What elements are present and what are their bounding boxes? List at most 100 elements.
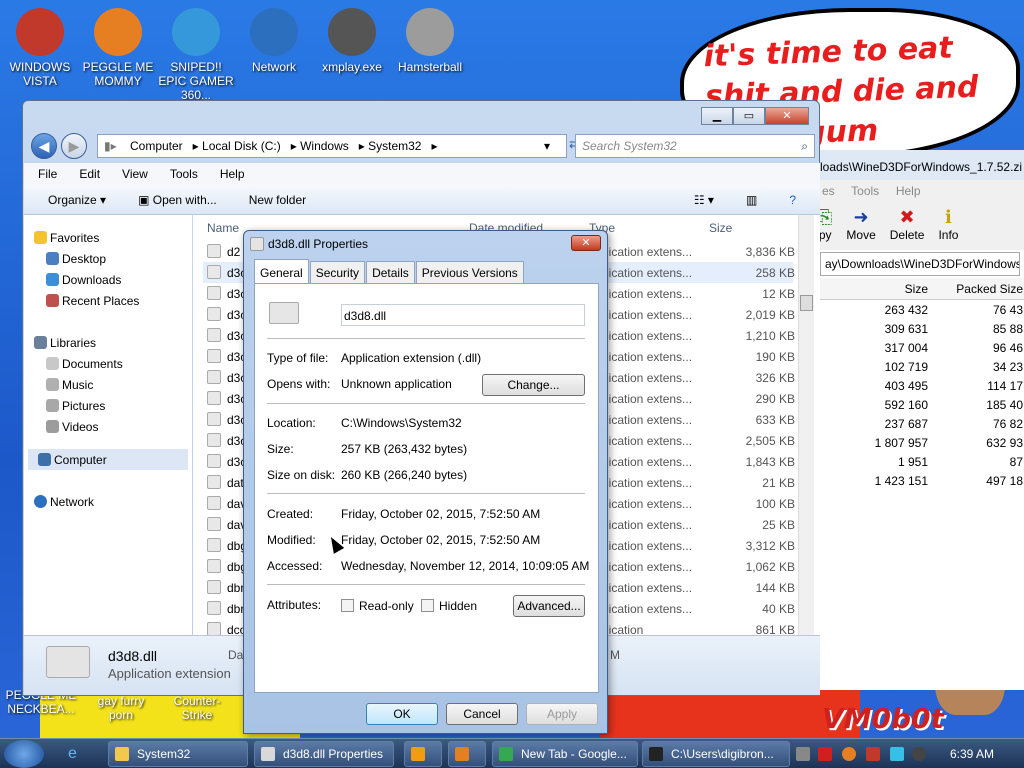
- search-input[interactable]: Search System32 ⌕: [575, 134, 815, 158]
- zip-row[interactable]: 237 687 76 82: [816, 414, 1024, 433]
- nav-pictures[interactable]: Pictures: [24, 395, 192, 416]
- menu-view[interactable]: View: [122, 167, 148, 181]
- minimize-button[interactable]: ▁: [701, 107, 733, 125]
- zip-info-button[interactable]: ℹ Info: [938, 206, 958, 246]
- desktop-icon[interactable]: WINDOWS VISTA: [0, 8, 80, 88]
- taskbar-button[interactable]: System32: [108, 741, 248, 767]
- ie-icon[interactable]: e: [68, 745, 77, 763]
- back-button[interactable]: ◀: [31, 133, 57, 159]
- breadcrumb-item[interactable]: Computer: [130, 139, 183, 153]
- menu-tools[interactable]: Tools: [170, 167, 198, 181]
- ok-button[interactable]: OK: [366, 703, 438, 725]
- tray-icon[interactable]: [842, 747, 856, 761]
- desktop-icon-label[interactable]: Counter-Strike: [160, 694, 234, 722]
- address-bar[interactable]: ▮▸ Computer ▸ Local Disk (C:) ▸ Windows ▸ S…: [97, 134, 567, 158]
- desktop-icon-label[interactable]: gay furry porn: [84, 694, 158, 722]
- tray-icon[interactable]: [866, 747, 880, 761]
- zip-row[interactable]: 592 160 185 40: [816, 395, 1024, 414]
- forward-button[interactable]: ▶: [61, 133, 87, 159]
- nav-desktop[interactable]: Desktop: [24, 248, 192, 269]
- zip-col-size[interactable]: Size: [816, 282, 928, 299]
- tab-previous-versions[interactable]: Previous Versions: [415, 261, 524, 283]
- nav-libraries[interactable]: Libraries: [24, 332, 192, 353]
- nav-documents[interactable]: Documents: [24, 353, 192, 374]
- zip-row[interactable]: 403 495 114 17: [816, 376, 1024, 395]
- search-icon[interactable]: ⌕: [801, 139, 808, 154]
- cancel-button[interactable]: Cancel: [446, 703, 518, 725]
- file-type: lication extens...: [606, 266, 693, 280]
- start-button[interactable]: [4, 740, 44, 768]
- zip-row[interactable]: 1 807 957 632 93: [816, 433, 1024, 452]
- dll-file-icon: [207, 433, 221, 447]
- taskbar-button[interactable]: [404, 741, 442, 767]
- col-size[interactable]: Size: [709, 221, 732, 235]
- new-folder-button[interactable]: New folder: [249, 193, 306, 207]
- hidden-checkbox[interactable]: [421, 599, 434, 612]
- organize-button[interactable]: Organize ▾: [48, 193, 106, 207]
- zip-row[interactable]: 1 423 151 497 18: [816, 471, 1024, 490]
- close-button[interactable]: ✕: [765, 107, 809, 125]
- taskbar-button[interactable]: C:\Users\digibron...: [642, 741, 790, 767]
- breadcrumb-item[interactable]: Local Disk (C:): [202, 139, 281, 153]
- help-icon[interactable]: ?: [789, 193, 796, 207]
- tray-icon[interactable]: [796, 747, 810, 761]
- zip-window[interactable]: loads\WineD3DForWindows_1.7.52.zi es Too…: [815, 150, 1024, 690]
- readonly-checkbox[interactable]: [341, 599, 354, 612]
- vertical-scrollbar[interactable]: [798, 215, 814, 635]
- zip-col-packed[interactable]: Packed Size: [928, 282, 1023, 299]
- chevron-down-icon[interactable]: ▾: [544, 139, 550, 153]
- tray-icon[interactable]: [890, 747, 904, 761]
- menu-file[interactable]: File: [38, 167, 57, 181]
- nav-network[interactable]: Network: [24, 491, 192, 512]
- col-name[interactable]: Name: [207, 221, 239, 235]
- nav-computer[interactable]: Computer: [28, 449, 188, 470]
- tab-general[interactable]: General: [254, 259, 309, 283]
- menu-help[interactable]: Help: [220, 167, 245, 181]
- advanced-button[interactable]: Advanced...: [513, 595, 585, 617]
- menu-edit[interactable]: Edit: [79, 167, 100, 181]
- change-button[interactable]: Change...: [482, 374, 585, 396]
- breadcrumb-item[interactable]: Windows: [300, 139, 349, 153]
- zip-row[interactable]: 263 432 76 43: [816, 300, 1024, 319]
- desktop-icon[interactable]: Network: [234, 8, 314, 74]
- desktop-icon[interactable]: PEGGLE ME MOMMY: [78, 8, 158, 88]
- tray-icon[interactable]: [818, 747, 832, 761]
- desktop-icon[interactable]: xmplay.exe: [312, 8, 392, 74]
- nav-recent-places[interactable]: Recent Places: [24, 290, 192, 311]
- scrollbar-thumb[interactable]: [800, 295, 813, 311]
- clock[interactable]: 6:39 AM: [950, 747, 994, 761]
- desktop-icon[interactable]: SNIPED!! EPIC GAMER 360...: [156, 8, 236, 102]
- open-with-button[interactable]: ▣ Open with...: [138, 193, 217, 207]
- taskbar-button[interactable]: d3d8.dll Properties: [254, 741, 394, 767]
- filename-field[interactable]: d3d8.dll: [341, 304, 585, 326]
- desktop-icon[interactable]: Hamsterball: [390, 8, 470, 74]
- apply-button[interactable]: Apply: [526, 703, 598, 725]
- zip-row[interactable]: 1 951 87: [816, 452, 1024, 471]
- taskbar-button[interactable]: New Tab - Google...: [492, 741, 638, 767]
- zip-menu-item[interactable]: es: [822, 184, 835, 198]
- nav-videos[interactable]: Videos: [24, 416, 192, 437]
- zip-row[interactable]: 317 004 96 46: [816, 338, 1024, 357]
- breadcrumb-item[interactable]: System32: [368, 139, 421, 153]
- preview-pane-icon[interactable]: ▥: [746, 193, 757, 207]
- zip-menu-item[interactable]: Help: [896, 184, 921, 198]
- view-options-icon[interactable]: ☷ ▾: [694, 193, 714, 207]
- desktop-icon-label: xmplay.exe: [322, 60, 382, 74]
- zip-path-field[interactable]: ay\Downloads\WineD3DForWindows_1: [820, 252, 1020, 276]
- zip-menu-item[interactable]: Tools: [851, 184, 879, 198]
- zip-row[interactable]: 102 719 34 23: [816, 357, 1024, 376]
- nav-music[interactable]: Music: [24, 374, 192, 395]
- tab-security[interactable]: Security: [309, 261, 366, 283]
- nav-downloads[interactable]: Downloads: [24, 269, 192, 290]
- tray-icon[interactable]: [912, 747, 926, 761]
- tab-details[interactable]: Details: [366, 261, 415, 283]
- zip-copy-button[interactable]: ⎘ py: [818, 206, 832, 246]
- star-icon: [34, 231, 47, 244]
- dialog-close-button[interactable]: ✕: [571, 235, 601, 251]
- zip-delete-button[interactable]: ✖ Delete: [890, 206, 925, 246]
- zip-move-button[interactable]: ➜ Move: [846, 206, 875, 246]
- maximize-button[interactable]: ▭: [733, 107, 765, 125]
- zip-row[interactable]: 309 631 85 88: [816, 319, 1024, 338]
- taskbar-button[interactable]: [448, 741, 486, 767]
- nav-favorites[interactable]: Favorites: [24, 227, 192, 248]
